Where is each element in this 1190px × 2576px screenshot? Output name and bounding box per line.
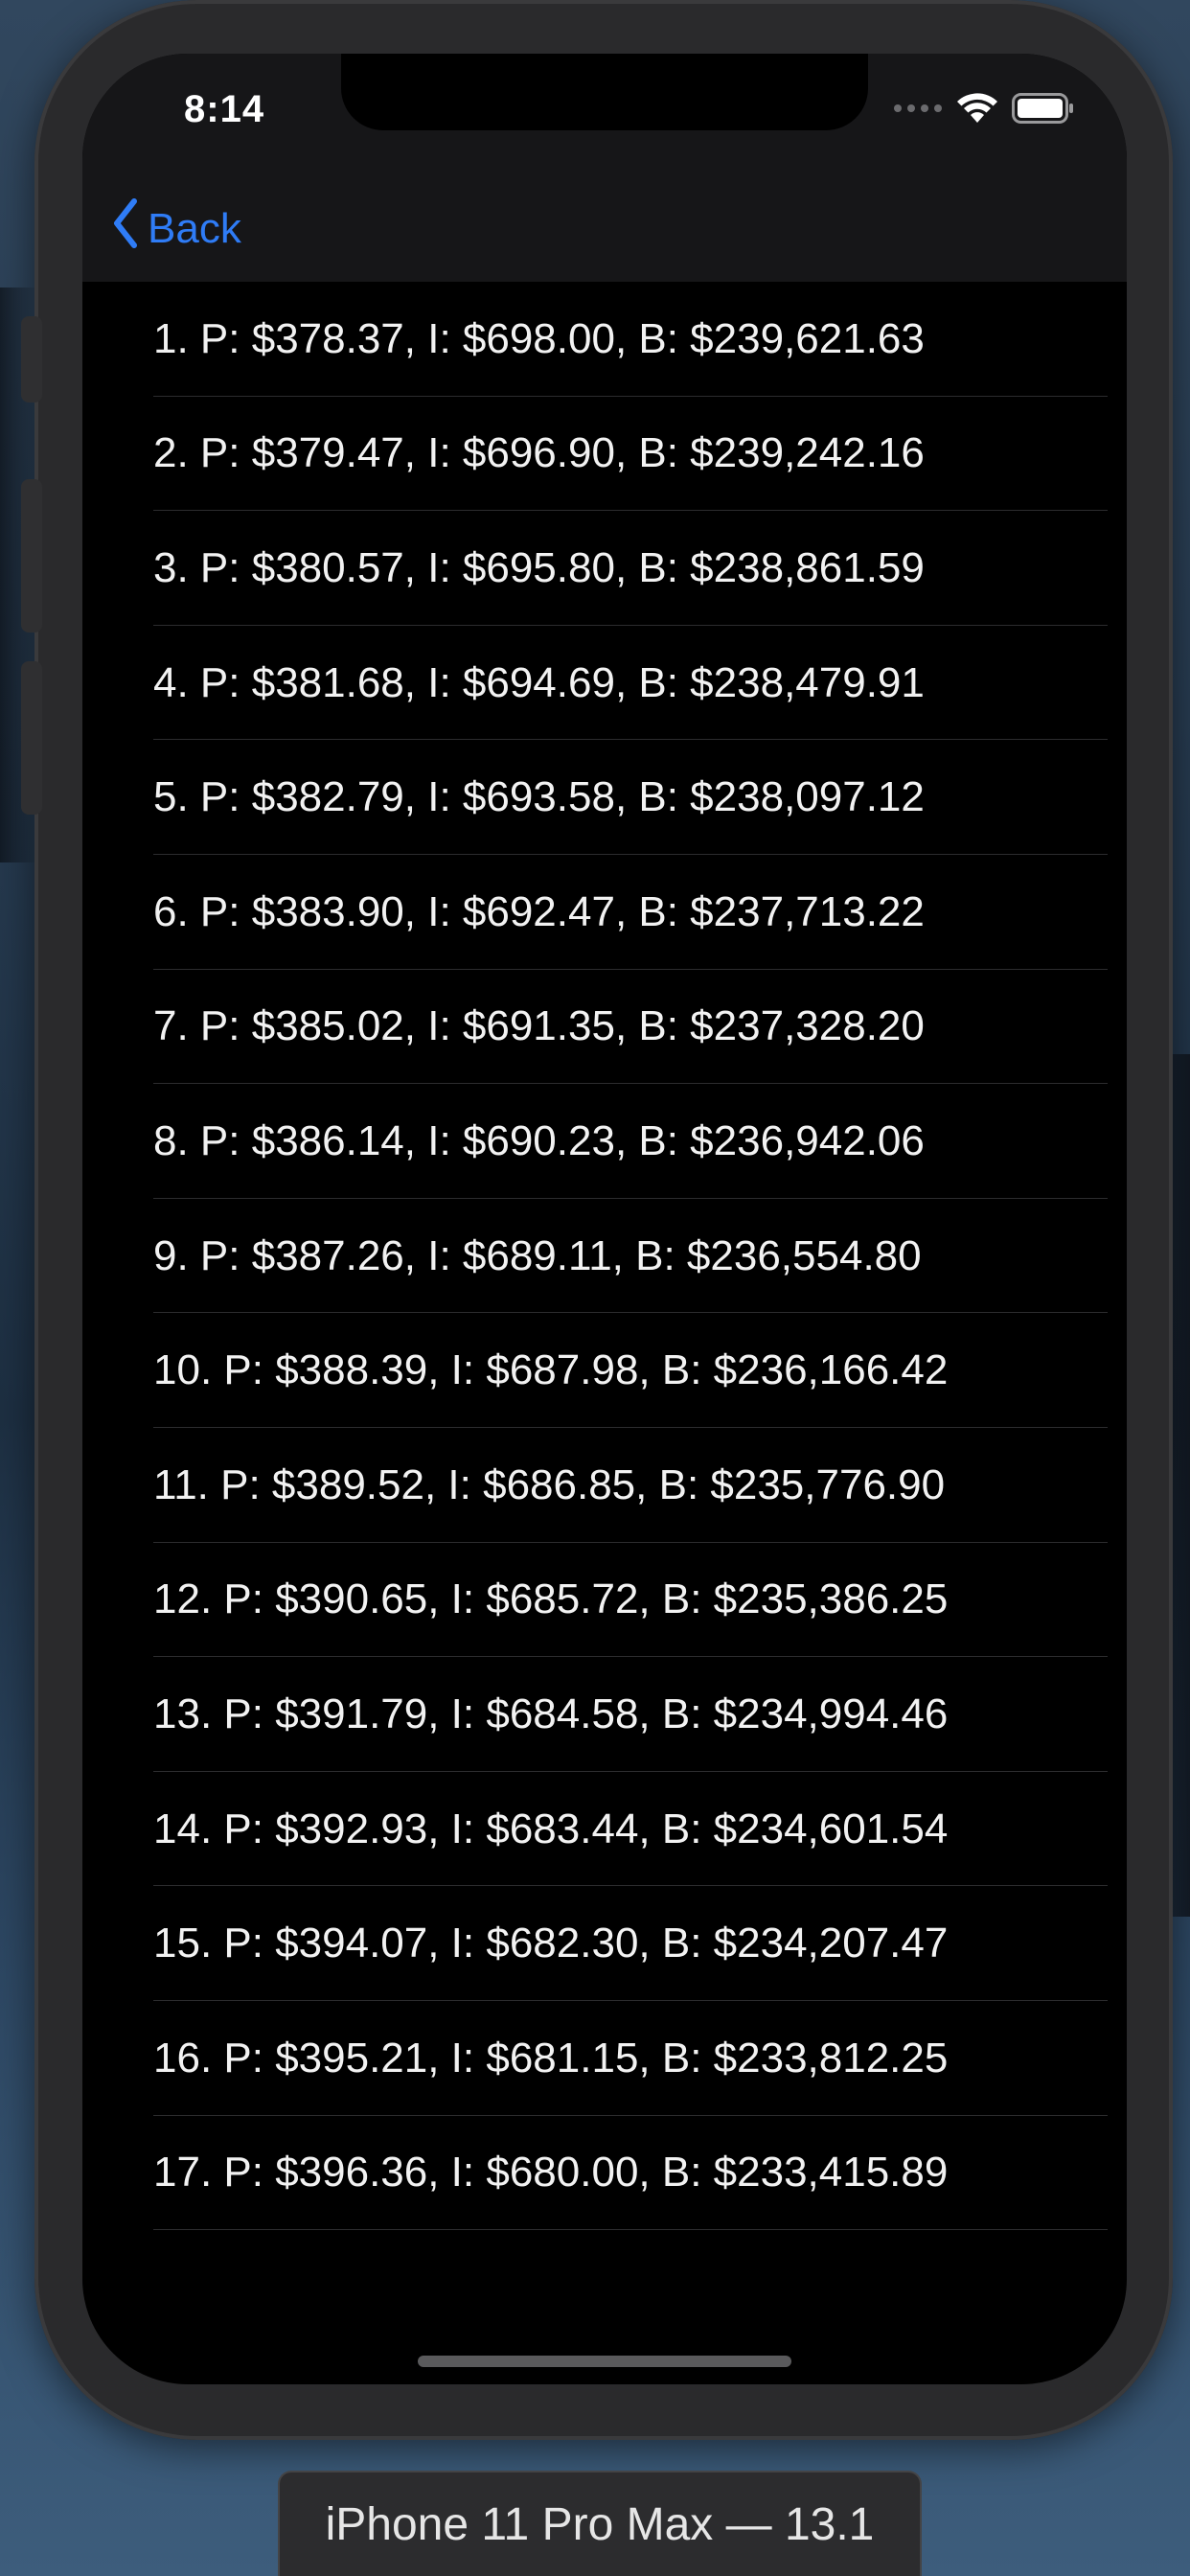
list-item[interactable]: 12. P: $390.65, I: $685.72, B: $235,386.… <box>82 1543 1127 1658</box>
list-item-label: 8. P: $386.14, I: $690.23, B: $236,942.0… <box>153 1116 925 1164</box>
list-item[interactable]: 17. P: $396.36, I: $680.00, B: $233,415.… <box>82 2116 1127 2231</box>
list-item-label: 13. P: $391.79, I: $684.58, B: $234,994.… <box>153 1690 949 1737</box>
list-item-label: 4. P: $381.68, I: $694.69, B: $238,479.9… <box>153 658 925 706</box>
list-item-label: 3. P: $380.57, I: $695.80, B: $238,861.5… <box>153 543 925 591</box>
battery-icon <box>1012 93 1075 128</box>
payment-schedule-list[interactable]: 1. P: $378.37, I: $698.00, B: $239,621.6… <box>82 282 1127 2230</box>
list-item-label: 14. P: $392.93, I: $683.44, B: $234,601.… <box>153 1805 949 1852</box>
back-label: Back <box>148 204 241 252</box>
device-screen: 8:14 Back 1. P: $378.37, I: $698.00, B: … <box>82 54 1127 2384</box>
list-item[interactable]: 14. P: $392.93, I: $683.44, B: $234,601.… <box>82 1772 1127 1887</box>
list-item-label: 9. P: $387.26, I: $689.11, B: $236,554.8… <box>153 1231 922 1279</box>
list-item-label: 2. P: $379.47, I: $696.90, B: $239,242.1… <box>153 429 925 477</box>
list-item-label: 11. P: $389.52, I: $686.85, B: $235,776.… <box>153 1460 946 1508</box>
list-item-label: 12. P: $390.65, I: $685.72, B: $235,386.… <box>153 1576 949 1623</box>
back-button[interactable]: Back <box>111 197 241 260</box>
list-item[interactable]: 8. P: $386.14, I: $690.23, B: $236,942.0… <box>82 1084 1127 1199</box>
cellular-signal-icon <box>893 102 943 120</box>
list-item[interactable]: 5. P: $382.79, I: $693.58, B: $238,097.1… <box>82 740 1127 855</box>
list-item[interactable]: 11. P: $389.52, I: $686.85, B: $235,776.… <box>82 1428 1127 1543</box>
chevron-left-icon <box>111 197 140 260</box>
list-item-label: 17. P: $396.36, I: $680.00, B: $233,415.… <box>153 2149 949 2196</box>
list-item-label: 16. P: $395.21, I: $681.15, B: $233,812.… <box>153 2034 949 2082</box>
silent-switch <box>21 316 42 402</box>
volume-up-button <box>21 479 42 632</box>
simulator-device-label: iPhone 11 Pro Max — 13.1 <box>278 2471 922 2576</box>
list-item[interactable]: 4. P: $381.68, I: $694.69, B: $238,479.9… <box>82 626 1127 741</box>
list-item[interactable]: 16. P: $395.21, I: $681.15, B: $233,812.… <box>82 2001 1127 2116</box>
list-item[interactable]: 1. P: $378.37, I: $698.00, B: $239,621.6… <box>82 282 1127 397</box>
list-item-label: 15. P: $394.07, I: $682.30, B: $234,207.… <box>153 1920 949 1967</box>
home-indicator[interactable] <box>418 2356 791 2367</box>
list-item[interactable]: 2. P: $379.47, I: $696.90, B: $239,242.1… <box>82 397 1127 512</box>
status-icons <box>893 92 1075 129</box>
list-item-label: 6. P: $383.90, I: $692.47, B: $237,713.2… <box>153 887 925 935</box>
status-time: 8:14 <box>184 88 265 130</box>
list-item[interactable]: 13. P: $391.79, I: $684.58, B: $234,994.… <box>82 1657 1127 1772</box>
list-item[interactable]: 7. P: $385.02, I: $691.35, B: $237,328.2… <box>82 970 1127 1085</box>
wifi-icon <box>956 92 998 129</box>
list-item[interactable]: 15. P: $394.07, I: $682.30, B: $234,207.… <box>82 1886 1127 2001</box>
list-item[interactable]: 9. P: $387.26, I: $689.11, B: $236,554.8… <box>82 1199 1127 1314</box>
list-item[interactable]: 6. P: $383.90, I: $692.47, B: $237,713.2… <box>82 855 1127 970</box>
volume-down-button <box>21 661 42 815</box>
device-notch <box>341 54 868 130</box>
list-item-label: 5. P: $382.79, I: $693.58, B: $238,097.1… <box>153 773 925 821</box>
list-item-label: 10. P: $388.39, I: $687.98, B: $236,166.… <box>153 1346 949 1394</box>
list-item[interactable]: 3. P: $380.57, I: $695.80, B: $238,861.5… <box>82 511 1127 626</box>
list-item[interactable]: 10. P: $388.39, I: $687.98, B: $236,166.… <box>82 1313 1127 1428</box>
list-item-label: 7. P: $385.02, I: $691.35, B: $237,328.2… <box>153 1002 925 1050</box>
list-item-label: 1. P: $378.37, I: $698.00, B: $239,621.6… <box>153 314 925 362</box>
